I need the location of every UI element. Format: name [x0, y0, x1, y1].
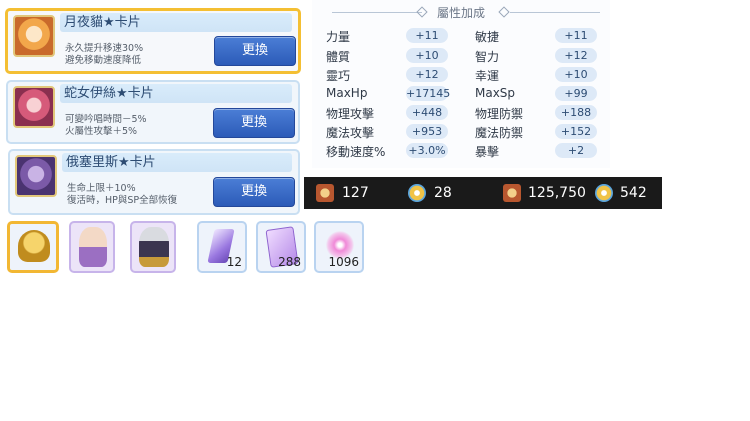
old-sage-portrait-icon	[79, 227, 107, 267]
stat-label: 力量	[326, 30, 351, 44]
resource-value: 28	[434, 185, 452, 201]
stat-value: +11	[555, 28, 597, 43]
stat-label: 物理攻擊	[326, 107, 375, 121]
item-count: 12	[226, 255, 242, 269]
divider	[510, 12, 600, 13]
stat-value: +17145	[406, 86, 451, 101]
stat-value: +448	[406, 105, 448, 120]
card-title: 蛇女伊絲★卡片	[60, 84, 292, 103]
item-count: 288	[278, 255, 301, 269]
inventory-slot[interactable]: 1096	[314, 221, 364, 273]
resource-value: 125,750	[528, 185, 586, 201]
card-slot-1[interactable]: 月夜貓★卡片 永久提升移速30% 避免移動速度降低 更換	[5, 8, 301, 74]
stat-label: 暴擊	[475, 145, 500, 159]
stat-label: MaxSp	[475, 86, 516, 100]
diamond-ornament-icon	[498, 6, 510, 18]
inventory-slot[interactable]	[130, 221, 176, 273]
inventory-slot[interactable]: 12	[197, 221, 247, 273]
inventory-slot[interactable]	[69, 221, 115, 273]
card-description: 生命上限＋10% 復活時，HP與SP全部恢復	[67, 183, 178, 206]
gem-crystal-locked-icon	[595, 184, 613, 202]
stat-value: +152	[555, 124, 597, 139]
header-title: 屬性加成	[436, 6, 485, 20]
stat-value: +2	[555, 143, 597, 158]
divider	[332, 12, 422, 13]
diamond-ornament-icon	[416, 6, 428, 18]
osiris-portrait-icon	[15, 155, 57, 197]
stat-value: +12	[406, 67, 448, 82]
card-description: 可變吟唱時間－5% 火屬性攻擊＋5%	[65, 114, 147, 137]
card-description: 永久提升移速30% 避免移動速度降低	[65, 43, 144, 66]
resource-bar: 127 28 125,750 542	[304, 177, 662, 209]
swap-button[interactable]: 更換	[213, 177, 295, 207]
stat-label: 幸運	[475, 69, 500, 83]
stat-label: 體質	[326, 50, 351, 64]
stat-label: 移動速度%	[326, 145, 386, 159]
stat-value: +10	[555, 67, 597, 82]
stat-label: 魔法攻擊	[326, 126, 375, 140]
stat-value: +10	[406, 48, 448, 63]
stat-label: 敏捷	[475, 30, 500, 44]
attribute-bonus-panel: 屬性加成 力量 +11 敏捷 +11 體質 +10 智力 +12 靈巧 +12 …	[312, 0, 610, 168]
inventory-slot[interactable]	[7, 221, 59, 273]
medal-locked-icon	[503, 184, 521, 202]
item-count: 1096	[328, 255, 359, 269]
gem-crystal-icon	[408, 184, 426, 202]
stat-value: +3.0%	[406, 143, 448, 158]
stat-value: +12	[555, 48, 597, 63]
stat-value: +99	[555, 86, 597, 101]
resource-value: 127	[342, 185, 369, 201]
stat-label: 物理防禦	[475, 107, 524, 121]
card-slot-2[interactable]: 蛇女伊絲★卡片 可變吟唱時間－5% 火屬性攻擊＋5% 更換	[6, 80, 300, 144]
swap-button[interactable]: 更換	[213, 108, 295, 138]
serpent-girl-portrait-icon	[13, 86, 55, 128]
dark-knight-portrait-icon	[139, 227, 169, 267]
stat-value: +11	[406, 28, 448, 43]
resource-value: 542	[620, 185, 647, 201]
card-slot-3[interactable]: 俄塞里斯★卡片 生命上限＋10% 復活時，HP與SP全部恢復 更換	[8, 149, 300, 215]
stat-value: +188	[555, 105, 597, 120]
golden-helmet-icon	[18, 230, 50, 262]
medal-icon	[316, 184, 334, 202]
attribute-bonus-header: 屬性加成	[312, 4, 610, 20]
stat-label: 靈巧	[326, 69, 351, 83]
stat-label: MaxHp	[326, 86, 368, 100]
moon-cat-portrait-icon	[13, 15, 55, 57]
card-title: 俄塞里斯★卡片	[62, 153, 292, 172]
stat-label: 智力	[475, 50, 500, 64]
stat-value: +953	[406, 124, 448, 139]
stat-label: 魔法防禦	[475, 126, 524, 140]
card-title: 月夜貓★卡片	[60, 13, 292, 32]
swap-button[interactable]: 更換	[214, 36, 296, 66]
inventory-slot[interactable]: 288	[256, 221, 306, 273]
